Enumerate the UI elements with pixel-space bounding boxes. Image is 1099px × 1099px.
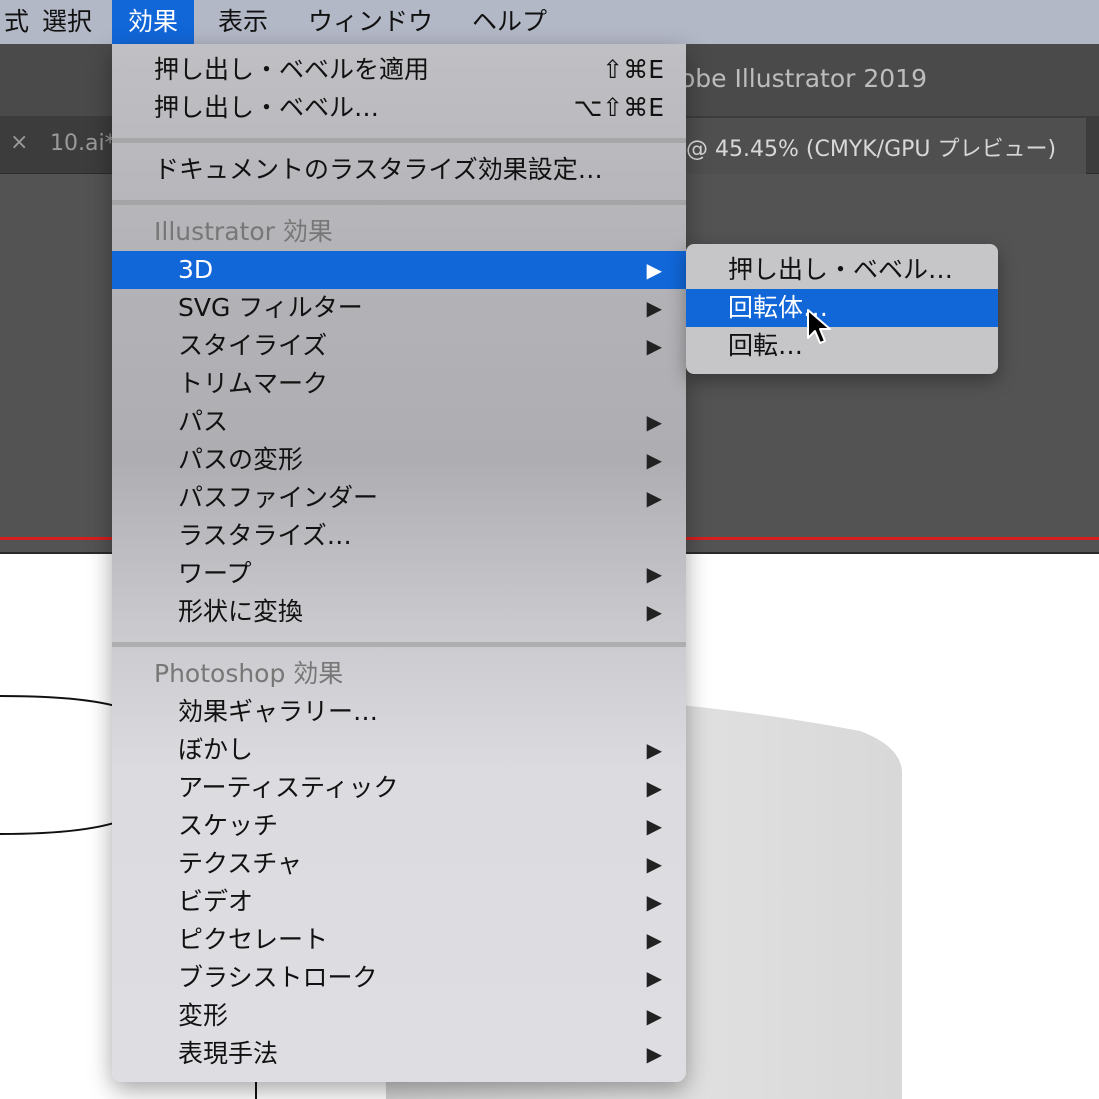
shortcut-text: ⌥⇧⌘E [573,93,664,122]
3d-submenu: 押し出し・ベベル… 回転体… 回転… [686,244,998,374]
submenu-arrow-icon: ▶ [646,334,662,358]
menu-item-label: 押し出し・ベベル… [154,93,380,122]
menu-item-texture[interactable]: テクスチャ ▶ [112,845,686,883]
menu-item-distort[interactable]: 変形 ▶ [112,997,686,1035]
submenu-arrow-icon: ▶ [646,600,662,624]
menu-separator [112,138,686,143]
menu-item-rasterize[interactable]: ラスタライズ… [112,517,686,555]
menu-item-extrude[interactable]: 押し出し・ベベル… ⌥⇧⌘E [112,89,686,127]
submenu-arrow-icon: ▶ [646,776,662,800]
menu-item-effect-gallery[interactable]: 効果ギャラリー… [112,693,686,731]
menubar-item-window[interactable]: ウィンドウ [294,0,447,44]
menu-bar: 式 選択 効果 表示 ウィンドウ ヘルプ [0,0,1099,44]
submenu-arrow-icon: ▶ [646,814,662,838]
menu-item-3d[interactable]: 3D ▶ [112,251,686,289]
menubar-item-view[interactable]: 表示 [204,0,282,44]
document-tab-info[interactable]: @ 45.45% (CMYK/GPU プレビュー) [686,131,1056,163]
menu-item-svg-filter[interactable]: SVG フィルター ▶ [112,289,686,327]
menu-item-stylize-photoshop[interactable]: 表現手法 ▶ [112,1035,686,1073]
submenu-item-rotate[interactable]: 回転… [686,327,998,365]
submenu-arrow-icon: ▶ [646,486,662,510]
section-header-illustrator: Illustrator 効果 [154,217,333,246]
submenu-item-extrude-bevel[interactable]: 押し出し・ベベル… [686,251,998,289]
menu-item-brush-strokes[interactable]: ブラシストローク ▶ [112,959,686,997]
submenu-arrow-icon: ▶ [646,852,662,876]
effect-menu: 押し出し・ベベルを適用 ⇧⌘E 押し出し・ベベル… ⌥⇧⌘E ドキュメントのラス… [112,44,686,1082]
menu-item-apply-extrude[interactable]: 押し出し・ベベルを適用 ⇧⌘E [112,51,686,89]
shortcut-text: ⇧⌘E [602,55,664,84]
menu-item-pixelate[interactable]: ピクセレート ▶ [112,921,686,959]
submenu-arrow-icon: ▶ [646,1004,662,1028]
menu-item-pathfinder[interactable]: パスファインダー ▶ [112,479,686,517]
menu-item-video[interactable]: ビデオ ▶ [112,883,686,921]
menubar-item-effect[interactable]: 効果 [112,0,195,44]
menu-item-distort-transform[interactable]: パスの変形 ▶ [112,441,686,479]
submenu-arrow-icon: ▶ [646,928,662,952]
submenu-arrow-icon: ▶ [646,562,662,586]
submenu-arrow-icon: ▶ [646,448,662,472]
tab-close-icon[interactable]: × [10,130,28,155]
menu-item-trim-marks[interactable]: トリムマーク [112,365,686,403]
submenu-arrow-icon: ▶ [646,1042,662,1066]
mouse-pointer-icon [807,309,831,344]
menu-separator [112,200,686,205]
submenu-arrow-icon: ▶ [646,296,662,320]
menu-item-blur[interactable]: ぼかし ▶ [112,731,686,769]
menu-item-raster-settings[interactable]: ドキュメントのラスタライズ効果設定… [112,151,686,189]
menu-item-sketch[interactable]: スケッチ ▶ [112,807,686,845]
menu-item-path[interactable]: パス ▶ [112,403,686,441]
menubar-item-select[interactable]: 選択 [28,0,106,44]
menu-item-artistic[interactable]: アーティスティック ▶ [112,769,686,807]
menubar-item-help[interactable]: ヘルプ [458,0,561,44]
document-tab-label[interactable]: 10.ai* [50,131,116,156]
menu-item-label: 押し出し・ベベルを適用 [154,55,430,84]
menu-item-label: ドキュメントのラスタライズ効果設定… [154,155,603,184]
section-header-photoshop: Photoshop 効果 [154,659,344,688]
submenu-arrow-icon: ▶ [646,890,662,914]
submenu-arrow-icon: ▶ [646,258,662,282]
menu-item-stylize[interactable]: スタイライズ ▶ [112,327,686,365]
app-title: obe Illustrator 2019 [680,64,927,93]
submenu-arrow-icon: ▶ [646,738,662,762]
submenu-arrow-icon: ▶ [646,410,662,434]
submenu-item-revolve[interactable]: 回転体… [686,289,998,327]
menu-separator [112,642,686,647]
menu-item-convert-to-shape[interactable]: 形状に変換 ▶ [112,593,686,631]
menu-item-warp[interactable]: ワープ ▶ [112,555,686,593]
submenu-arrow-icon: ▶ [646,966,662,990]
